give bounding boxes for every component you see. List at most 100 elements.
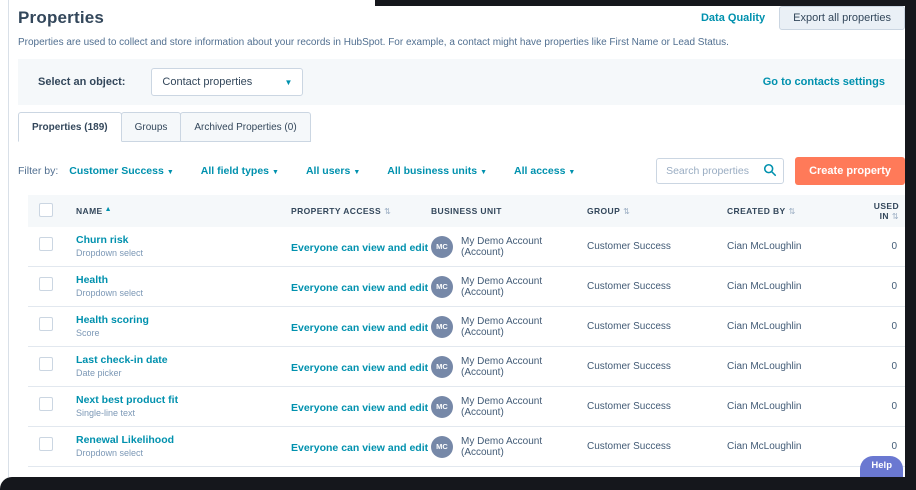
property-type-label: Single-line text xyxy=(76,408,136,418)
data-quality-link[interactable]: Data Quality xyxy=(701,12,765,24)
table-row: Next best product fit Single-line text Ev… xyxy=(28,387,905,427)
tab-bar: Properties (189) Groups Archived Propert… xyxy=(18,112,905,142)
created-by-label: Cian McLoughlin xyxy=(727,401,802,412)
property-type-label: Date picker xyxy=(76,368,122,378)
group-label: Customer Success xyxy=(587,401,671,412)
filter-group-dropdown[interactable]: Customer Success xyxy=(69,165,173,177)
page-header: Properties Data Quality Export all prope… xyxy=(18,0,905,48)
viewport-edge-line xyxy=(8,0,9,477)
group-label: Customer Success xyxy=(587,281,671,292)
row-checkbox[interactable] xyxy=(39,277,53,291)
property-name-link[interactable]: Health scoring xyxy=(76,314,291,327)
row-checkbox[interactable] xyxy=(39,317,53,331)
sort-icon xyxy=(384,207,391,216)
used-in-value: 0 xyxy=(891,401,897,412)
column-header-property-access-label: PROPERTY ACCESS xyxy=(291,206,382,216)
column-header-created-by-label: CREATED BY xyxy=(727,206,786,216)
filter-field-types-dropdown[interactable]: All field types xyxy=(201,165,279,177)
group-label: Customer Success xyxy=(587,361,671,372)
filter-group-value: Customer Success xyxy=(69,165,164,177)
table-row: Last check-in date Date picker Everyone c… xyxy=(28,347,905,387)
filter-users-dropdown[interactable]: All users xyxy=(306,165,360,177)
row-checkbox[interactable] xyxy=(39,237,53,251)
filter-business-units-dropdown[interactable]: All business units xyxy=(387,165,487,177)
created-by-label: Cian McLoughlin xyxy=(727,441,802,452)
used-in-value: 0 xyxy=(891,241,897,252)
created-by-label: Cian McLoughlin xyxy=(727,361,802,372)
row-checkbox[interactable] xyxy=(39,357,53,371)
avatar: MC xyxy=(431,435,453,458)
property-access-link[interactable]: Everyone can view and edit xyxy=(291,362,428,374)
group-label: Customer Success xyxy=(587,321,671,332)
sort-icon xyxy=(623,207,630,216)
sort-ascending-icon xyxy=(105,206,112,213)
property-name-link[interactable]: Renewal Likelihood xyxy=(76,434,291,447)
created-by-label: Cian McLoughlin xyxy=(727,281,802,292)
page-description: Properties are used to collect and store… xyxy=(18,37,729,48)
table-row: Health Dropdown select Everyone can view … xyxy=(28,267,905,307)
filter-by-label: Filter by: xyxy=(18,165,59,177)
column-header-name-label: NAME xyxy=(76,206,103,216)
property-access-link[interactable]: Everyone can view and edit xyxy=(291,402,428,414)
header-actions: Data Quality Export all properties xyxy=(701,6,905,30)
object-select-dropdown[interactable]: Contact properties xyxy=(151,68,304,96)
property-name-link[interactable]: Health xyxy=(76,274,291,287)
properties-table: NAME PROPERTY ACCESS BUSINESS UNIT GROUP… xyxy=(28,195,905,467)
chevron-down-icon xyxy=(167,169,174,176)
column-header-used-in[interactable]: USED IN xyxy=(858,201,905,221)
property-name-link[interactable]: Churn risk xyxy=(76,234,291,247)
group-label: Customer Success xyxy=(587,441,671,452)
chevron-down-icon xyxy=(285,78,293,87)
column-header-group[interactable]: GROUP xyxy=(587,206,727,216)
business-unit-label: My Demo Account (Account) xyxy=(461,435,543,458)
column-header-created-by[interactable]: CREATED BY xyxy=(727,206,858,216)
used-in-value: 0 xyxy=(891,281,897,292)
business-unit-label: My Demo Account (Account) xyxy=(461,395,543,418)
column-header-name[interactable]: NAME xyxy=(76,206,291,216)
filter-bar: Filter by: Customer Success All field ty… xyxy=(18,157,905,185)
avatar: MC xyxy=(431,275,453,298)
search-icon xyxy=(764,163,777,177)
column-header-business-unit-label: BUSINESS UNIT xyxy=(431,206,502,216)
filter-bar-right: Create property xyxy=(656,157,905,185)
select-all-checkbox[interactable] xyxy=(39,203,53,217)
created-by-label: Cian McLoughlin xyxy=(727,321,802,332)
business-unit-label: My Demo Account (Account) xyxy=(461,315,543,338)
table-row: Health scoring Score Everyone can view an… xyxy=(28,307,905,347)
row-checkbox[interactable] xyxy=(39,397,53,411)
export-all-properties-button[interactable]: Export all properties xyxy=(779,6,905,30)
tab-groups[interactable]: Groups xyxy=(120,112,182,142)
tab-archived-properties[interactable]: Archived Properties (0) xyxy=(180,112,311,142)
filter-users-value: All users xyxy=(305,165,351,177)
property-access-link[interactable]: Everyone can view and edit xyxy=(291,322,428,334)
property-access-link[interactable]: Everyone can view and edit xyxy=(291,442,428,454)
business-unit-label: My Demo Account (Account) xyxy=(461,275,543,298)
chevron-down-icon xyxy=(353,169,360,176)
column-header-property-access[interactable]: PROPERTY ACCESS xyxy=(291,206,431,216)
property-type-label: Score xyxy=(76,328,100,338)
used-in-value: 0 xyxy=(891,441,897,452)
avatar: MC xyxy=(431,395,453,418)
property-access-link[interactable]: Everyone can view and edit xyxy=(291,242,428,254)
help-button[interactable]: Help xyxy=(860,456,903,477)
create-property-button[interactable]: Create property xyxy=(795,157,905,185)
business-unit-label: My Demo Account (Account) xyxy=(461,235,543,258)
property-type-label: Dropdown select xyxy=(76,448,144,458)
row-checkbox[interactable] xyxy=(39,437,53,451)
search-wrap xyxy=(656,158,785,184)
column-header-group-label: GROUP xyxy=(587,206,621,216)
properties-page: Properties Data Quality Export all prope… xyxy=(18,0,905,467)
filter-access-value: All access xyxy=(514,165,566,177)
screen-bezel-bottom xyxy=(0,477,916,490)
chevron-down-icon xyxy=(480,169,487,176)
group-label: Customer Success xyxy=(587,241,671,252)
property-name-link[interactable]: Next best product fit xyxy=(76,394,291,407)
property-access-link[interactable]: Everyone can view and edit xyxy=(291,282,428,294)
property-name-link[interactable]: Last check-in date xyxy=(76,354,291,367)
go-to-contacts-settings-link[interactable]: Go to contacts settings xyxy=(763,76,885,88)
column-header-business-unit[interactable]: BUSINESS UNIT xyxy=(431,206,587,216)
tab-properties[interactable]: Properties (189) xyxy=(18,112,122,142)
sort-icon xyxy=(789,207,796,216)
property-type-label: Dropdown select xyxy=(76,288,144,298)
filter-access-dropdown[interactable]: All access xyxy=(514,165,575,177)
